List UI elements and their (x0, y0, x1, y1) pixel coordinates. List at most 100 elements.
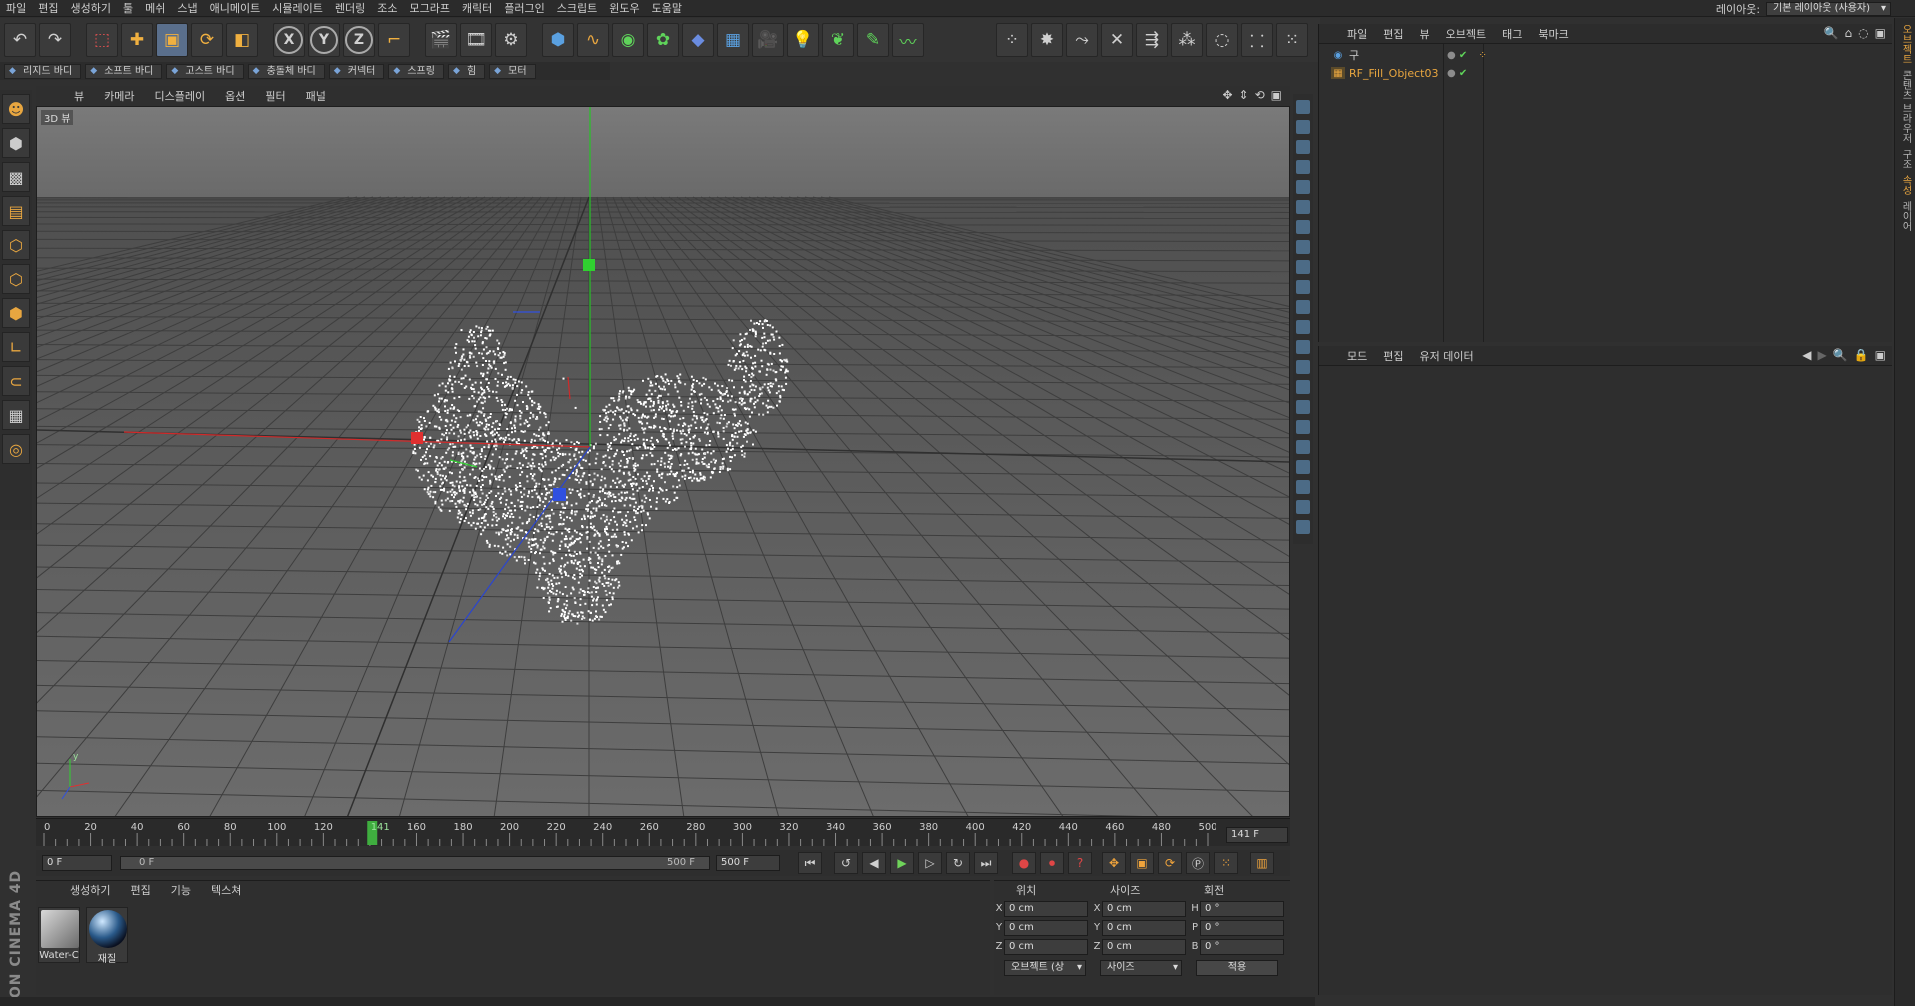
undo-icon[interactable]: ↶ (4, 23, 36, 57)
viewport-tool-icon[interactable] (1296, 420, 1310, 434)
menu-item[interactable]: 메쉬 (139, 0, 171, 16)
coordinate-value-field[interactable]: 0 cm (1004, 919, 1088, 936)
material-menu-item[interactable]: 텍스쳐 (201, 882, 251, 898)
auto-key-icon[interactable]: ⏺ (1040, 852, 1064, 874)
last-tool-icon[interactable]: ◧ (226, 23, 258, 57)
render-view-icon[interactable]: 🎬 (425, 23, 457, 57)
particle-grid-icon[interactable]: ⁙ (1276, 23, 1308, 57)
home-icon[interactable]: ⌂ (1845, 26, 1853, 40)
move-tool-icon[interactable]: ✚ (121, 23, 153, 57)
dynamics-tab[interactable]: 리지드 바디 (4, 63, 82, 79)
menu-item[interactable]: 시뮬레이트 (266, 0, 329, 16)
pan-view-icon[interactable]: ✥ (1222, 88, 1232, 102)
timeline-ruler[interactable]: 0 20 40 60 80 100 120 141 160 180 200 220 240 260 280 3… (36, 818, 1290, 846)
particle-spray-icon[interactable]: ⁂ (1171, 23, 1203, 57)
forward-arrow-icon[interactable]: ▶ (1818, 348, 1827, 362)
scale-key-icon[interactable]: ▣ (1130, 852, 1154, 874)
start-frame-field[interactable]: 0 F (42, 855, 112, 871)
manager-tab[interactable]: 속성 (1897, 175, 1913, 195)
menu-item[interactable]: 파일 (0, 0, 32, 16)
menu-item[interactable]: 조소 (371, 0, 403, 16)
panel-menu-icon[interactable]: ▣ (1875, 348, 1886, 362)
viewport-tool-icon[interactable] (1296, 380, 1310, 394)
viewport-menu-item[interactable]: 디스플레이 (145, 88, 216, 104)
viewport-tool-icon[interactable] (1296, 100, 1310, 114)
hair-icon[interactable]: ❦ (822, 23, 854, 57)
viewport-tool-icon[interactable] (1296, 360, 1310, 374)
rotate-view-icon[interactable]: ⟲ (1255, 88, 1265, 102)
camera-icon[interactable]: 🎥 (752, 23, 784, 57)
coordinate-system-icon[interactable]: ⌐ (378, 23, 410, 57)
3d-viewport[interactable]: y 3D 뷰 (36, 106, 1290, 817)
menu-item[interactable]: 렌더링 (329, 0, 371, 16)
deformer-icon[interactable]: ◆ (682, 23, 714, 57)
coordinate-mode-select[interactable]: 오브젝트 (상 (1004, 960, 1086, 976)
viewport-tool-icon[interactable] (1296, 500, 1310, 514)
timeline-window-icon[interactable]: ▥ (1250, 852, 1274, 874)
coordinate-value-field[interactable]: 0 cm (1004, 938, 1088, 955)
parameter-key-icon[interactable]: Ⓟ (1186, 852, 1210, 874)
go-to-start-icon[interactable]: ⏮ (798, 852, 822, 874)
object-row-sphere[interactable]: ◉ 구 ● ✔ ⁘ (1319, 46, 1892, 64)
points-mode-icon[interactable]: ⬡ (2, 230, 30, 260)
solo-icon[interactable]: ◎ (2, 434, 30, 464)
viewport-tool-icon[interactable] (1296, 520, 1310, 534)
toggle-view-icon[interactable]: ▣ (1271, 88, 1282, 102)
back-arrow-icon[interactable]: ◀ (1802, 348, 1811, 362)
cloner-icon[interactable]: ✿ (647, 23, 679, 57)
feather-icon[interactable]: ✎ (857, 23, 889, 57)
timeline-ticks[interactable]: 0 20 40 60 80 100 120 141 160 180 200 220 240 260 280 3… (36, 819, 1218, 847)
manager-tab[interactable]: 구조 (1897, 149, 1913, 169)
viewport-tool-icon[interactable] (1296, 400, 1310, 414)
viewport-menu-item[interactable]: 카메라 (94, 88, 144, 104)
coordinate-value-field[interactable]: 0 cm (1102, 938, 1186, 955)
keyframe-selection-icon[interactable]: ? (1068, 852, 1092, 874)
menu-item[interactable]: 도움말 (646, 0, 688, 16)
viewport-tool-icon[interactable] (1296, 140, 1310, 154)
dynamics-tab[interactable]: 힘 (447, 63, 486, 79)
object-menu-item[interactable]: 태그 (1494, 26, 1530, 42)
viewport-tool-icon[interactable] (1296, 240, 1310, 254)
object-menu-item[interactable]: 뷰 (1412, 26, 1438, 42)
attribute-menu-item[interactable]: 편집 (1375, 348, 1411, 364)
menu-item[interactable]: 스냅 (171, 0, 203, 16)
spline-pen-icon[interactable]: ∿ (577, 23, 609, 57)
scale-tool-icon[interactable]: ▣ (156, 23, 188, 57)
material-menu-item[interactable]: 편집 (120, 882, 160, 898)
play-icon[interactable]: ▶ (890, 852, 914, 874)
manager-tab[interactable]: 레이어 (1897, 201, 1913, 231)
viewport-tool-icon[interactable] (1296, 180, 1310, 194)
make-editable-icon[interactable]: ☻ (2, 94, 30, 124)
material-menu-item[interactable]: 생성하기 (60, 882, 120, 898)
coordinate-value-field[interactable]: 0 cm (1102, 900, 1186, 917)
viewport-menu-item[interactable]: 패널 (296, 88, 336, 104)
edges-mode-icon[interactable]: ⬡ (2, 264, 30, 294)
z-axis-lock-icon[interactable]: Z (343, 23, 375, 57)
viewport-tool-icon[interactable] (1296, 120, 1310, 134)
layer-icon[interactable]: ◌ (1858, 26, 1868, 40)
coordinate-value-field[interactable]: 0 ° (1200, 919, 1284, 936)
texture-mode-icon[interactable]: ▩ (2, 162, 30, 192)
viewport-tool-icon[interactable] (1296, 280, 1310, 294)
sketch-icon[interactable]: 〰 (892, 23, 924, 57)
light-icon[interactable]: 💡 (787, 23, 819, 57)
menu-item[interactable]: 윈도우 (603, 0, 645, 16)
menu-item[interactable]: 플러그인 (498, 0, 550, 16)
next-key-icon[interactable]: ↻ (946, 852, 970, 874)
viewport-tool-icon[interactable] (1296, 480, 1310, 494)
rotate-tool-icon[interactable]: ⟳ (191, 23, 223, 57)
particle-emitter-icon[interactable]: ⁘ (996, 23, 1028, 57)
attribute-menu-item[interactable]: 유저 데이터 (1412, 348, 1482, 364)
material-menu-item[interactable]: 기능 (161, 882, 201, 898)
object-menu-item[interactable]: 오브젝트 (1438, 26, 1494, 42)
redo-icon[interactable]: ↷ (39, 23, 71, 57)
viewport-menu-item[interactable]: 필터 (255, 88, 295, 104)
manager-tab[interactable]: 콘텐츠 브라우저 (1897, 70, 1913, 143)
cube-icon[interactable]: ⬢ (542, 23, 574, 57)
dynamics-tab[interactable]: 모터 (489, 63, 536, 79)
manager-tab[interactable]: 오브젝트 (1897, 24, 1913, 64)
dynamics-tab[interactable]: 커넥터 (328, 63, 385, 79)
coordinate-value-field[interactable]: 0 ° (1200, 938, 1284, 955)
menu-item[interactable]: 캐릭터 (456, 0, 498, 16)
viewport-tool-icon[interactable] (1296, 220, 1310, 234)
